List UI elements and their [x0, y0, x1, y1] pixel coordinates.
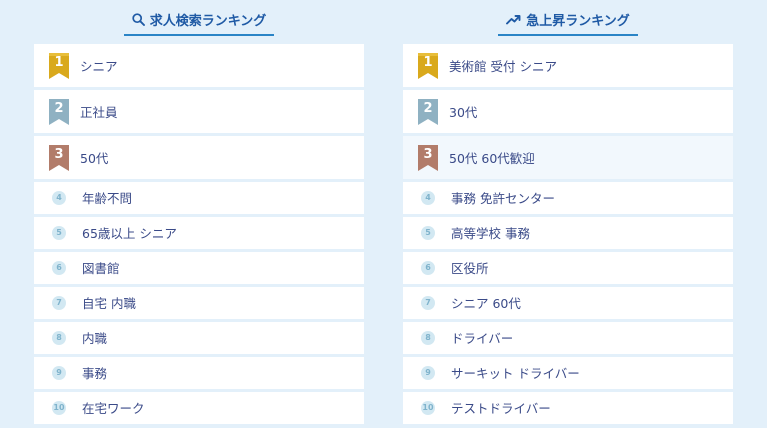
rank-circle-badge: 7 — [52, 295, 66, 310]
ranking-item[interactable]: 7 自宅 内職 — [34, 287, 364, 319]
trending-up-icon — [506, 15, 521, 25]
search-icon — [132, 13, 145, 26]
ranking-item-label: 在宅ワーク — [82, 401, 145, 417]
ranking-item-label: 高等学校 事務 — [451, 226, 530, 242]
rank-circle-badge: 5 — [52, 225, 66, 240]
ranking-item-label: 事務 — [82, 366, 108, 382]
trending-ranking-column: 急上昇ランキング 1 美術館 受付 シニア 2 30代 3 50代 60代歓迎 … — [403, 0, 733, 427]
ranking-item-label: ドライバー — [451, 331, 514, 347]
search-ranking-list: 1 シニア 2 正社員 3 50代 4 年齢不問 5 65歳以上 シニア 6 図… — [34, 44, 364, 427]
ranking-item[interactable]: 10 在宅ワーク — [34, 392, 364, 424]
rank-3-bronze-ribbon-icon: 3 — [48, 144, 70, 171]
rank-circle-badge: 6 — [421, 260, 435, 275]
ranking-item[interactable]: 1 シニア — [34, 44, 364, 87]
ranking-item[interactable]: 8 内職 — [34, 322, 364, 354]
rank-circle-badge: 9 — [52, 365, 66, 380]
ranking-item-label: シニア — [80, 59, 118, 74]
ranking-item[interactable]: 4 事務 免許センター — [403, 182, 733, 214]
ranking-item[interactable]: 5 65歳以上 シニア — [34, 217, 364, 249]
rank-circle-badge: 4 — [52, 190, 66, 205]
rank-circle-badge: 10 — [421, 400, 435, 415]
rank-circle-badge: 9 — [421, 365, 435, 380]
ranking-item-label: 50代 — [80, 151, 109, 166]
rank-circle-badge: 5 — [421, 225, 435, 240]
ranking-item-label: 年齢不問 — [82, 191, 133, 207]
ranking-panel: 求人検索ランキング 1 シニア 2 正社員 3 50代 4 年齢不問 5 65歳… — [0, 0, 767, 428]
ranking-item[interactable]: 9 事務 — [34, 357, 364, 389]
trending-ranking-list: 1 美術館 受付 シニア 2 30代 3 50代 60代歓迎 4 事務 免許セン… — [403, 44, 733, 427]
ranking-item-label: 内職 — [82, 331, 108, 347]
search-ranking-heading: 求人検索ランキング — [34, 0, 364, 44]
rank-1-gold-ribbon-icon: 1 — [417, 52, 439, 79]
ranking-item[interactable]: 5 高等学校 事務 — [403, 217, 733, 249]
search-ranking-column: 求人検索ランキング 1 シニア 2 正社員 3 50代 4 年齢不問 5 65歳… — [34, 0, 364, 427]
rank-2-silver-ribbon-icon: 2 — [48, 98, 70, 125]
ranking-item-label: 30代 — [449, 105, 478, 120]
rank-circle-badge: 6 — [52, 260, 66, 275]
ranking-item[interactable]: 8 ドライバー — [403, 322, 733, 354]
search-ranking-title: 求人検索ランキング — [149, 14, 267, 29]
ranking-item-label: 区役所 — [451, 261, 489, 277]
ranking-item-label: 正社員 — [80, 105, 118, 120]
ranking-item-label: シニア 60代 — [451, 296, 521, 312]
rank-2-silver-ribbon-icon: 2 — [417, 98, 439, 125]
ranking-item[interactable]: 1 美術館 受付 シニア — [403, 44, 733, 87]
ranking-item[interactable]: 3 50代 — [34, 136, 364, 179]
ranking-item-label: 美術館 受付 シニア — [449, 59, 557, 74]
ranking-item-label: テストドライバー — [451, 401, 551, 417]
ranking-item[interactable]: 2 30代 — [403, 90, 733, 133]
rank-1-gold-ribbon-icon: 1 — [48, 52, 70, 79]
rank-circle-badge: 4 — [421, 190, 435, 205]
ranking-item[interactable]: 6 区役所 — [403, 252, 733, 284]
rank-circle-badge: 8 — [421, 330, 435, 345]
ranking-item-label: 65歳以上 シニア — [82, 226, 177, 242]
ranking-item-label: 50代 60代歓迎 — [449, 151, 535, 166]
rank-3-bronze-ribbon-icon: 3 — [417, 144, 439, 171]
ranking-item-label: 図書館 — [82, 261, 120, 277]
trending-ranking-heading: 急上昇ランキング — [403, 0, 733, 44]
rank-circle-badge: 7 — [421, 295, 435, 310]
ranking-item-label: サーキット ドライバー — [451, 366, 580, 382]
ranking-item[interactable]: 2 正社員 — [34, 90, 364, 133]
rank-circle-badge: 10 — [52, 400, 66, 415]
ranking-item-label: 自宅 内職 — [82, 296, 136, 312]
ranking-item[interactable]: 6 図書館 — [34, 252, 364, 284]
ranking-item-label: 事務 免許センター — [451, 191, 555, 207]
rank-circle-badge: 8 — [52, 330, 66, 345]
trending-ranking-title: 急上昇ランキング — [526, 14, 630, 29]
ranking-item[interactable]: 9 サーキット ドライバー — [403, 357, 733, 389]
ranking-item[interactable]: 4 年齢不問 — [34, 182, 364, 214]
ranking-item[interactable]: 3 50代 60代歓迎 — [403, 136, 733, 179]
ranking-item[interactable]: 10 テストドライバー — [403, 392, 733, 424]
ranking-item[interactable]: 7 シニア 60代 — [403, 287, 733, 319]
